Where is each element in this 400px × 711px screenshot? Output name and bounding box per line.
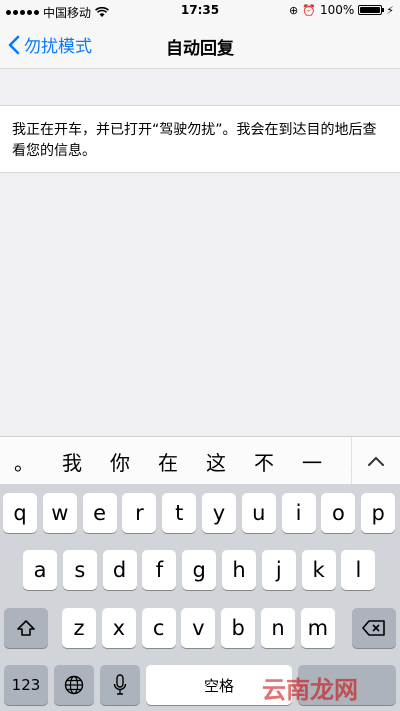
key-m[interactable]: m <box>300 608 335 648</box>
key-q[interactable]: q <box>3 493 37 533</box>
key-c[interactable]: c <box>141 608 176 648</box>
delete-icon <box>362 620 385 636</box>
candidate-word[interactable]: 。 <box>0 447 48 476</box>
key-u[interactable]: u <box>241 493 276 533</box>
key-o[interactable]: o <box>321 493 356 533</box>
chevron-up-icon <box>368 456 384 466</box>
delete-key[interactable] <box>352 608 396 648</box>
candidate-word[interactable]: 一 <box>288 447 336 476</box>
key-g[interactable]: g <box>182 550 217 590</box>
shift-icon <box>17 620 35 636</box>
key-h[interactable]: h <box>222 550 256 590</box>
auto-reply-text: 我正在开车，并已打开“驾驶勿扰”。我会在到达目的地后查看您的信息。 <box>12 122 377 159</box>
battery-icon <box>358 5 385 15</box>
key-z[interactable]: z <box>62 608 96 648</box>
watermark-logo: 云南龙网 <box>262 676 358 704</box>
key-x[interactable]: x <box>101 608 136 648</box>
key-r[interactable]: r <box>122 493 157 533</box>
candidate-list: 。我你在这不一是 <box>0 447 384 476</box>
page-title: 自动回复 <box>166 39 234 59</box>
key-v[interactable]: v <box>181 608 216 648</box>
key-w[interactable]: w <box>42 493 77 533</box>
key-a[interactable]: a <box>23 550 57 590</box>
key-s[interactable]: s <box>62 550 97 590</box>
key-l[interactable]: l <box>341 550 376 590</box>
candidate-word[interactable]: 我 <box>48 447 96 476</box>
candidate-word[interactable]: 这 <box>192 447 240 476</box>
key-t[interactable]: t <box>162 493 197 533</box>
key-f[interactable]: f <box>142 550 177 590</box>
candidate-word[interactable]: 不 <box>240 447 288 476</box>
globe-icon <box>64 675 84 695</box>
key-k[interactable]: k <box>301 550 336 590</box>
rotation-lock-icon: ⊕ <box>289 3 299 17</box>
battery-fill <box>360 7 381 13</box>
key-p[interactable]: p <box>361 493 396 533</box>
key-y[interactable]: y <box>202 493 236 533</box>
candidate-bar: 。我你在这不一是 <box>0 436 400 485</box>
shift-key[interactable] <box>4 608 48 648</box>
battery-label: 100% <box>319 3 355 17</box>
expand-candidates-button[interactable] <box>351 437 400 485</box>
globe-key[interactable] <box>54 665 94 705</box>
candidate-word[interactable]: 在 <box>144 447 192 476</box>
auto-reply-text-field[interactable]: 我正在开车，并已打开“驾驶勿扰”。我会在到达目的地后查看您的信息。 <box>0 105 400 173</box>
status-right: ⊕ ⏰ 100% ⚡ <box>289 3 394 17</box>
numbers-key[interactable]: 123 <box>4 665 48 705</box>
key-b[interactable]: b <box>221 608 256 648</box>
key-i[interactable]: i <box>281 493 316 533</box>
status-bar: 中国移动 17:35 ⊕ ⏰ 100% ⚡ <box>0 0 400 22</box>
key-n[interactable]: n <box>261 608 295 648</box>
navigation-bar: 勿扰模式 自动回复 <box>0 22 400 69</box>
charging-icon: ⚡ <box>386 3 394 17</box>
alarm-icon: ⏰ <box>302 3 316 17</box>
dictation-key[interactable] <box>100 665 140 705</box>
key-e[interactable]: e <box>82 493 117 533</box>
candidate-word[interactable]: 你 <box>96 447 144 476</box>
microphone-icon <box>113 674 127 695</box>
key-d[interactable]: d <box>102 550 137 590</box>
key-j[interactable]: j <box>261 550 296 590</box>
